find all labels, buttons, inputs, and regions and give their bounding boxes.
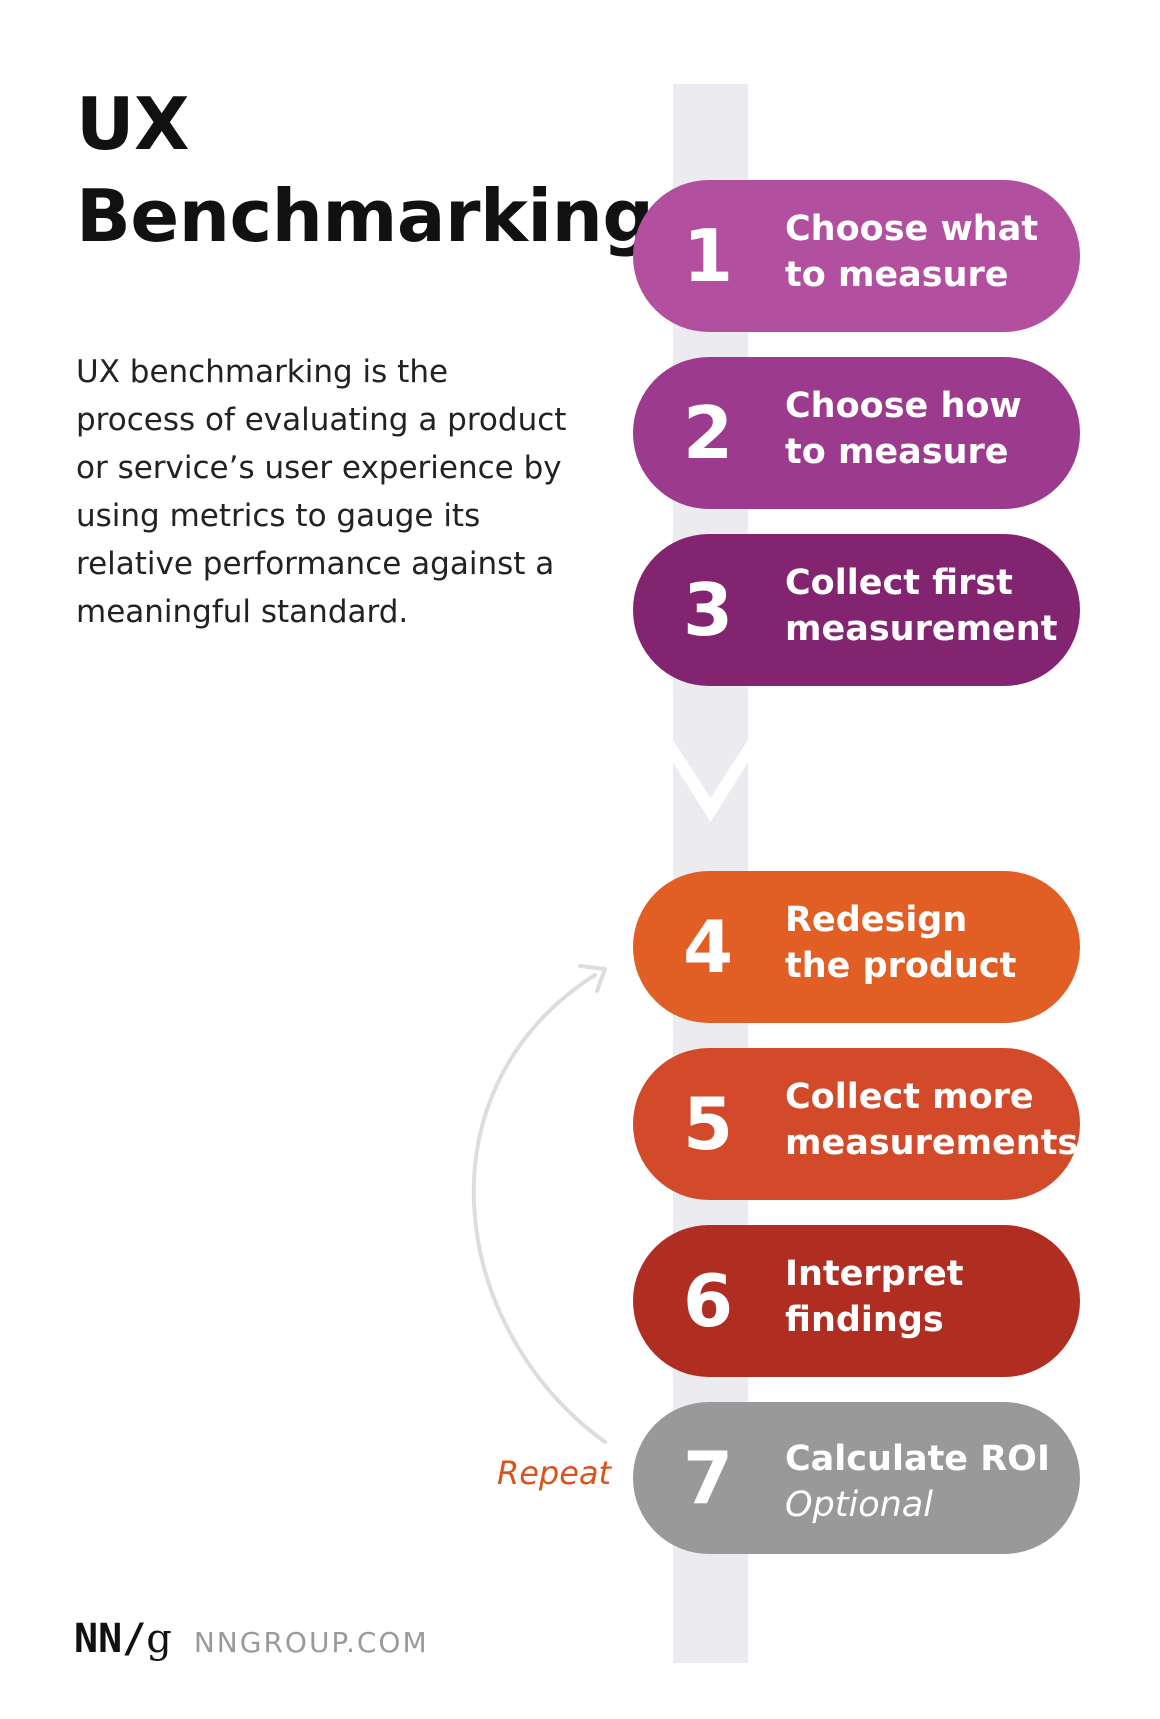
page-title: UX Benchmarking	[76, 78, 654, 262]
step-4-number: 4	[682, 905, 734, 989]
step-6-number: 6	[682, 1259, 734, 1343]
step-1-line-1: Choose what	[785, 209, 1039, 249]
step-3-number: 3	[682, 568, 734, 652]
step-7-number: 7	[682, 1436, 734, 1520]
step-2-label: Choose how to measure	[785, 383, 1075, 475]
step-6-label: Interpret findings	[785, 1251, 1075, 1343]
step-6-line-2: findings	[785, 1300, 944, 1340]
step-4-line-1: Redesign	[785, 900, 968, 940]
step-1-label: Choose what to measure	[785, 206, 1075, 298]
step-4-label: Redesign the product	[785, 897, 1075, 989]
step-5-line-1: Collect more	[785, 1077, 1034, 1117]
title-line-1: UX	[76, 82, 189, 166]
step-7-optional-note: Optional	[785, 1485, 933, 1525]
step-2: 2 Choose how to measure	[633, 357, 1080, 509]
step-5-line-2: measurements	[785, 1123, 1079, 1163]
nng-logo: NN/g	[74, 1616, 172, 1662]
repeat-label: Repeat	[497, 1454, 612, 1492]
step-3-line-2: measurement	[785, 609, 1058, 649]
nng-logo-g: g	[146, 1616, 172, 1662]
step-4-line-2: the product	[785, 946, 1017, 986]
step-4: 4 Redesign the product	[633, 871, 1080, 1023]
step-3-line-1: Collect first	[785, 563, 1013, 603]
step-7: 7 Calculate ROI Optional	[633, 1402, 1080, 1554]
step-5-number: 5	[682, 1082, 734, 1166]
nng-logo-text: NN/	[74, 1616, 147, 1662]
title-line-2: Benchmarking	[76, 174, 654, 258]
step-3-label: Collect first measurement	[785, 560, 1075, 652]
chevron-down-icon	[673, 740, 748, 822]
step-1: 1 Choose what to measure	[633, 180, 1080, 332]
step-6-line-1: Interpret	[785, 1254, 964, 1294]
footer: NN/g NNGROUP.COM	[74, 1616, 429, 1666]
step-2-line-1: Choose how	[785, 386, 1022, 426]
step-1-number: 1	[682, 214, 734, 298]
step-3: 3 Collect first measurement	[633, 534, 1080, 686]
step-1-line-2: to measure	[785, 255, 1009, 295]
site-url: NNGROUP.COM	[193, 1626, 429, 1659]
step-7-label: Calculate ROI Optional	[785, 1436, 1075, 1528]
step-2-number: 2	[682, 391, 734, 475]
step-5-label: Collect more measurements	[785, 1074, 1079, 1166]
description: UX benchmarking is the process of evalua…	[76, 354, 567, 630]
step-5: 5 Collect more measurements	[633, 1048, 1080, 1200]
step-2-line-2: to measure	[785, 432, 1009, 472]
step-6: 6 Interpret findings	[633, 1225, 1080, 1377]
step-7-line-1: Calculate ROI	[785, 1439, 1050, 1479]
